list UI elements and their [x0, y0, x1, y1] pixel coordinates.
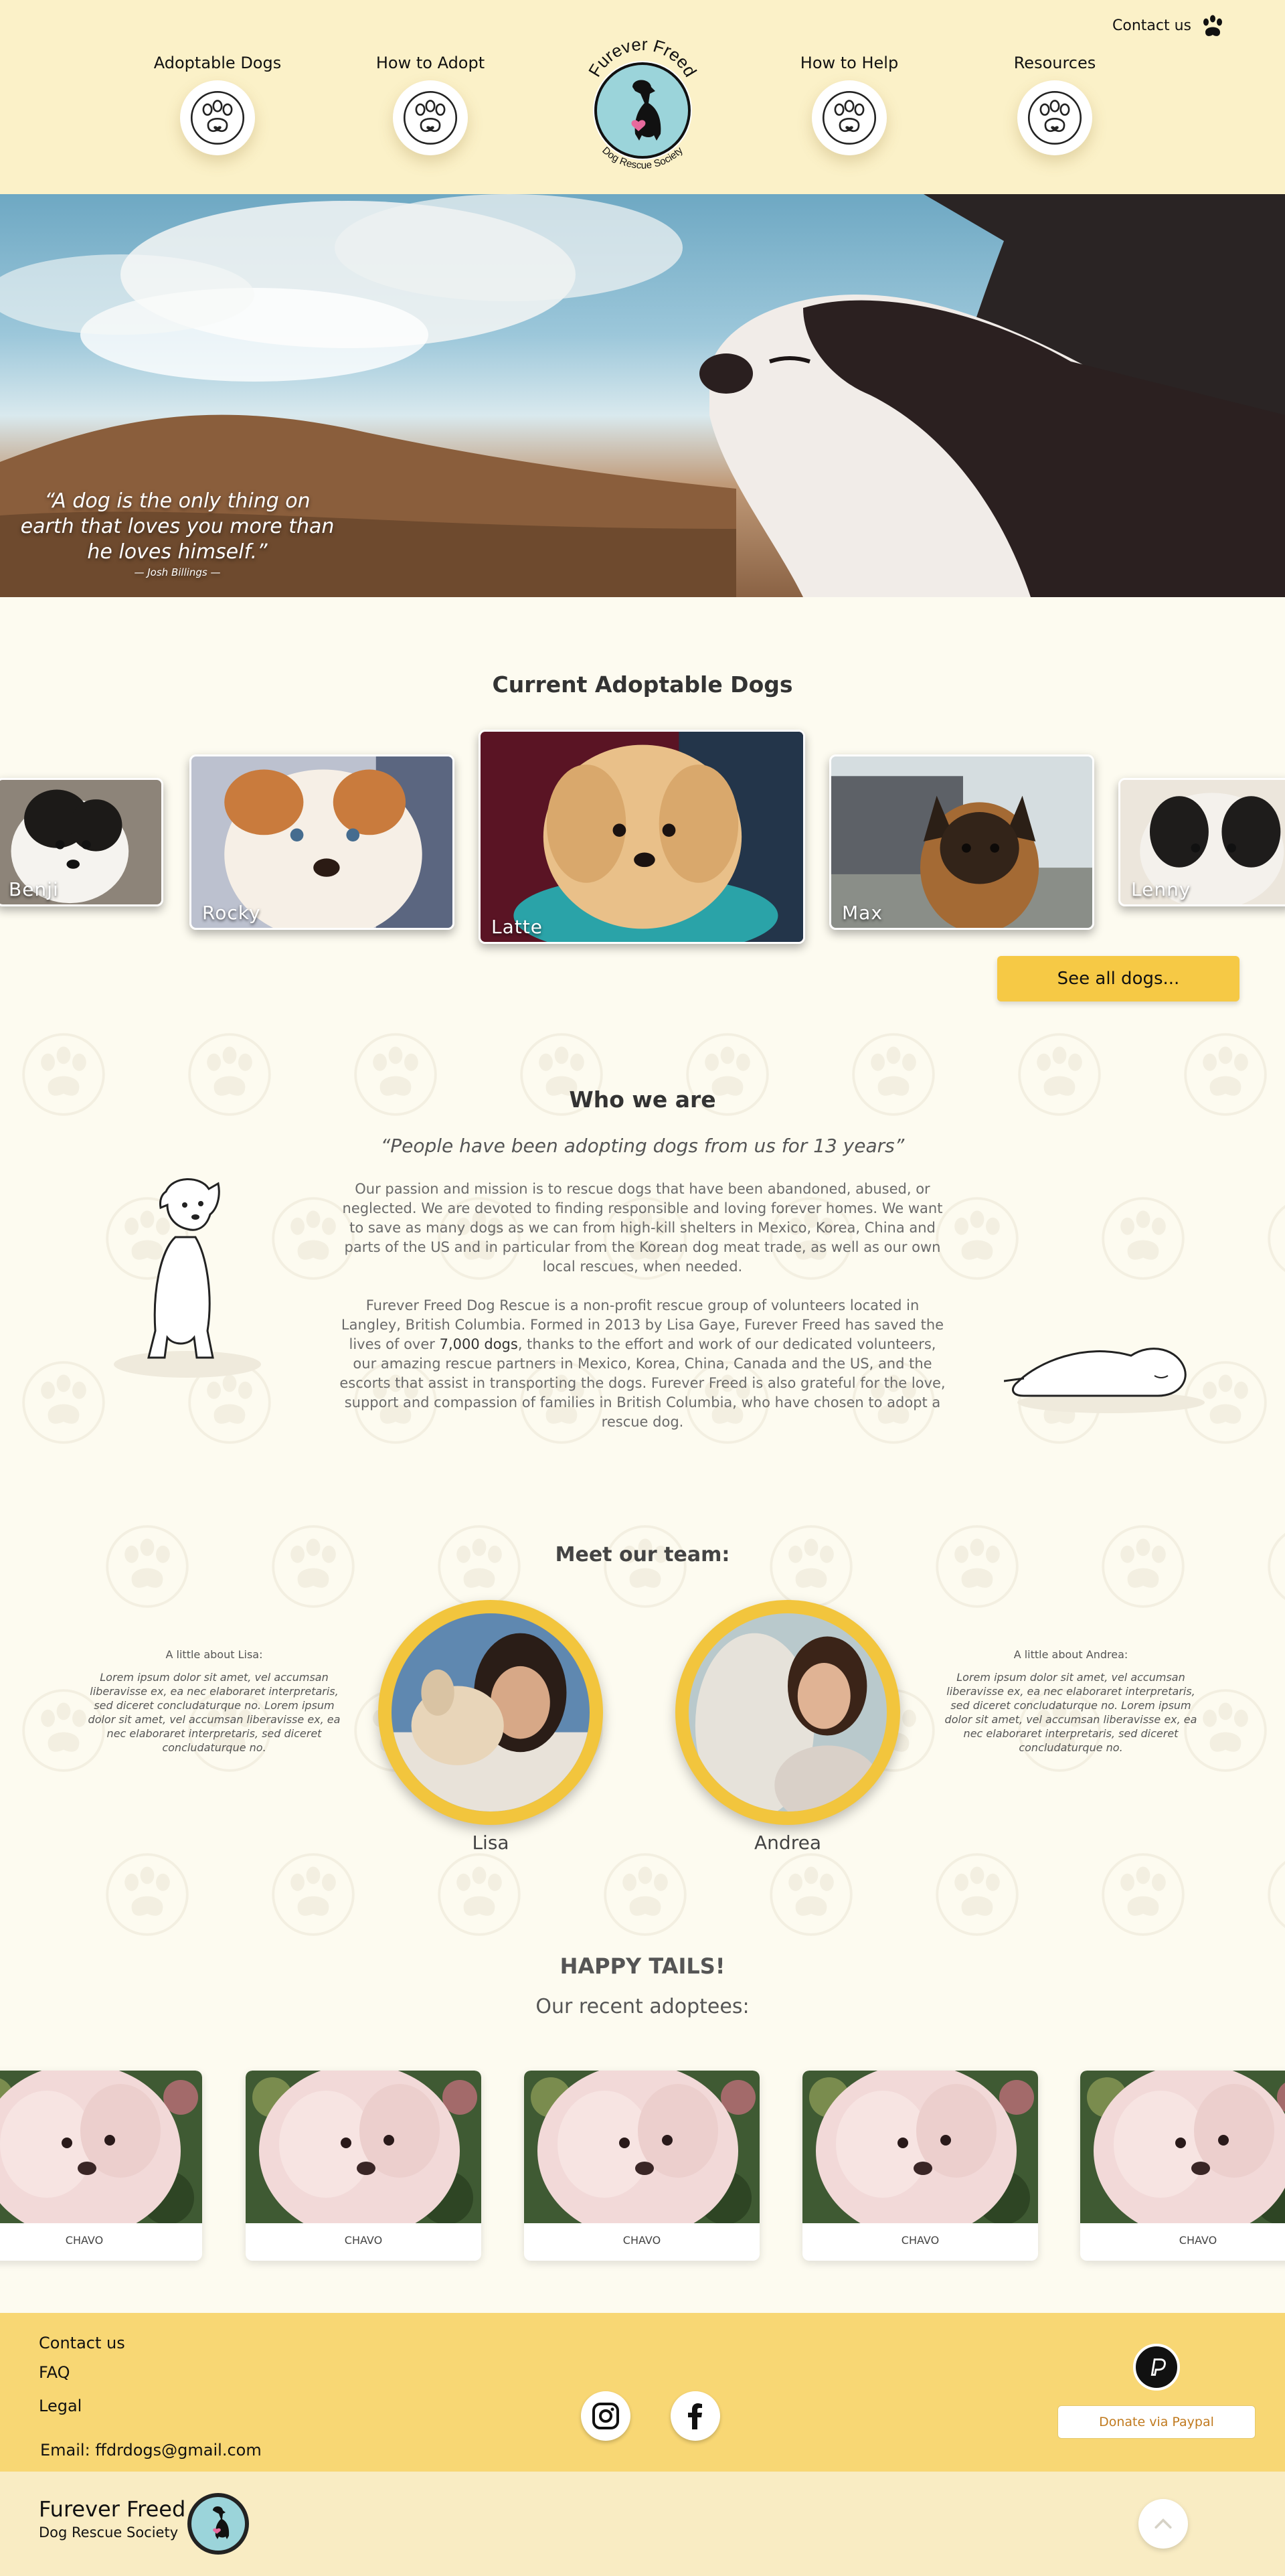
blurb-text: Lorem ipsum dolor sit amet, vel accumsan… — [88, 1671, 341, 1754]
happy-tails-title: HAPPY TAILS! — [560, 1953, 725, 1979]
donate-paypal-button[interactable]: Donate via Paypal — [1057, 2405, 1256, 2439]
adoptee-name: CHAVO — [65, 2234, 104, 2247]
adoptee-card[interactable]: CHAVO — [524, 2071, 760, 2261]
paw-pattern-icon — [272, 1853, 355, 1936]
adoptee-card[interactable]: CHAVO — [246, 2071, 481, 2261]
andrea-name: Andrea — [754, 1832, 821, 1854]
paw-pattern-icon — [604, 1853, 687, 1936]
instagram-icon — [592, 2403, 619, 2429]
quote-text: “A dog is the only thing on earth that l… — [20, 489, 335, 564]
nav-label: Resources — [1013, 54, 1096, 72]
dog-name: Lenny — [1131, 878, 1191, 900]
paw-pattern-icon — [1268, 1525, 1285, 1608]
nav-label: How to Help — [800, 54, 899, 72]
site-logo[interactable]: Furever Freed Dog Rescue Society — [579, 27, 706, 181]
footer-brand-subtitle: Dog Rescue Society — [39, 2524, 179, 2541]
dog-card-benji[interactable]: Benji — [0, 778, 163, 906]
lisa-blurb: A little about Lisa: Lorem ipsum dolor s… — [87, 1648, 341, 1755]
paw-pattern-icon — [604, 1525, 687, 1608]
nav-label: How to Adopt — [375, 54, 485, 72]
adoptee-name: CHAVO — [901, 2234, 940, 2247]
blurb-text: Lorem ipsum dolor sit amet, vel accumsan… — [944, 1671, 1197, 1754]
paw-pattern-icon — [936, 1197, 1019, 1280]
lisa-photo — [378, 1600, 603, 1825]
instagram-button[interactable] — [581, 2391, 630, 2441]
facebook-icon — [688, 2403, 702, 2429]
andrea-blurb: A little about Andrea: Lorem ipsum dolor… — [944, 1648, 1198, 1755]
paw-pattern-icon — [438, 1525, 521, 1608]
paw-icon — [812, 80, 887, 155]
paypal-icon[interactable] — [1133, 2344, 1180, 2391]
about-paragraph-2: Furever Freed Dog Rescue is a non-profit… — [338, 1296, 947, 1432]
paw-pattern-icon — [22, 1361, 105, 1444]
dog-name: Rocky — [202, 902, 261, 924]
contact-us-link[interactable]: Contact us — [1112, 12, 1226, 39]
footer-contact-link[interactable]: Contact us — [39, 2334, 125, 2352]
blurb-title: A little about Andrea: — [1013, 1648, 1128, 1661]
paw-pattern-icon — [106, 1525, 189, 1608]
adoptee-name: CHAVO — [344, 2234, 383, 2247]
paw-pattern-icon — [272, 1525, 355, 1608]
paw-pattern-icon — [1102, 1197, 1185, 1280]
andrea-photo — [675, 1600, 900, 1825]
footer-email-link[interactable]: Email: ffdrdogs@gmail.com — [40, 2441, 262, 2460]
scroll-to-top-button[interactable] — [1138, 2499, 1188, 2549]
site-header: Contact us Adoptable Dogs How to Adopt F… — [0, 0, 1285, 194]
adoptee-card[interactable]: CHAVO — [1080, 2071, 1285, 2261]
paw-icon — [1017, 80, 1092, 155]
dogs-saved-count: 7,000 dogs — [439, 1336, 518, 1352]
nav-how-to-help[interactable]: How to Help — [769, 54, 930, 155]
paw-pattern-icon — [1102, 1853, 1185, 1936]
lisa-name: Lisa — [472, 1832, 509, 1854]
hero-quote: “A dog is the only thing on earth that l… — [20, 489, 335, 578]
paw-pattern-icon — [1268, 1197, 1285, 1280]
adoptee-name: CHAVO — [622, 2234, 661, 2247]
paw-icon — [180, 80, 255, 155]
nav-how-to-adopt[interactable]: How to Adopt — [350, 54, 511, 155]
footer-logo[interactable] — [187, 2493, 249, 2555]
team-title: Meet our team: — [555, 1543, 730, 1566]
paw-icon — [393, 80, 468, 155]
nav-adoptable-dogs[interactable]: Adoptable Dogs — [137, 54, 298, 155]
adoptable-dogs-title: Current Adoptable Dogs — [492, 671, 793, 698]
paw-pattern-icon — [106, 1853, 189, 1936]
sitting-dog-illustration — [114, 1178, 261, 1378]
quote-author: — Josh Billings — — [134, 566, 221, 578]
blurb-title: A little about Lisa: — [165, 1648, 263, 1661]
nav-label: Adoptable Dogs — [153, 54, 282, 72]
nav-resources[interactable]: Resources — [974, 54, 1135, 155]
recent-adoptees-subtitle: Our recent adoptees: — [535, 1995, 750, 2018]
paw-pattern-icon — [1102, 1525, 1185, 1608]
paw-icon — [1203, 15, 1222, 36]
adoptee-card[interactable]: CHAVO — [0, 2071, 202, 2261]
adoptee-card[interactable]: CHAVO — [802, 2071, 1038, 2261]
who-we-are-title: Who we are — [569, 1086, 716, 1113]
footer-brand: Furever Freed Dog Rescue Society — [39, 2496, 185, 2541]
dog-card-lenny[interactable]: Lenny — [1118, 778, 1285, 906]
dog-name: Benji — [9, 878, 59, 900]
dog-card-latte[interactable]: Latte — [479, 730, 805, 944]
paw-pattern-icon — [1268, 1853, 1285, 1936]
sleeping-dog-illustration — [1004, 1348, 1205, 1413]
about-paragraph-1: Our passion and mission is to rescue dog… — [342, 1181, 943, 1275]
paw-pattern-icon — [936, 1525, 1019, 1608]
facebook-button[interactable] — [671, 2391, 720, 2441]
footer-legal-link[interactable]: Legal — [39, 2397, 82, 2415]
chevron-up-icon — [1154, 2518, 1172, 2529]
dog-name: Max — [842, 902, 883, 924]
dog-card-rocky[interactable]: Rocky — [189, 754, 454, 930]
paw-pattern-icon — [438, 1853, 521, 1936]
about-quote: “People have been adopting dogs from us … — [380, 1135, 905, 1157]
paw-pattern-icon — [936, 1853, 1019, 1936]
dog-name: Latte — [491, 916, 543, 938]
paw-pattern-icon — [770, 1853, 853, 1936]
dog-card-max[interactable]: Max — [829, 754, 1094, 930]
footer-brand-name: Furever Freed — [39, 2496, 186, 2522]
paw-pattern-icon — [770, 1525, 853, 1608]
hero-banner: “A dog is the only thing on earth that l… — [0, 194, 1285, 597]
footer-faq-link[interactable]: FAQ — [39, 2363, 70, 2382]
contact-us-label: Contact us — [1112, 17, 1191, 34]
see-all-dogs-button[interactable]: See all dogs... — [997, 956, 1239, 1001]
adoptee-name: CHAVO — [1179, 2234, 1217, 2247]
